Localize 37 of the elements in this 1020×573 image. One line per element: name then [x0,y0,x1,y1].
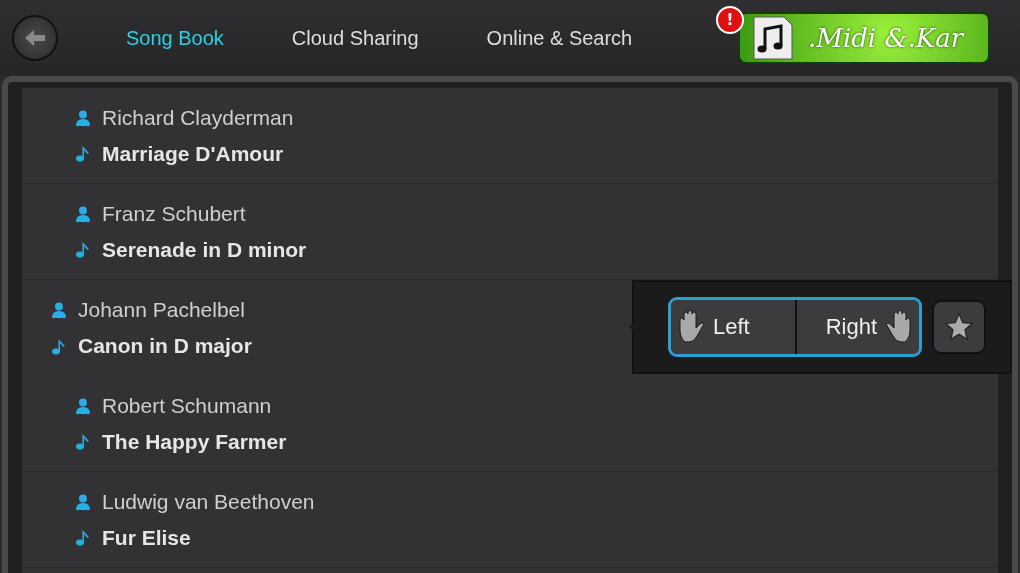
hand-icon [677,310,707,344]
music-note-icon [52,337,66,355]
tab[interactable]: Song Book [92,0,258,76]
back-button[interactable] [12,15,58,61]
artist-name: Franz Schubert [102,201,246,226]
music-note-icon [76,433,90,450]
back-arrow-icon [25,30,45,46]
song-row[interactable]: Robert Schumann The Happy Farmer [22,376,998,472]
song-row[interactable]: Richard Clayderman Marriage D'Amour [22,88,998,184]
person-icon [76,397,90,414]
tab[interactable]: Cloud Sharing [257,0,453,76]
music-note-icon [76,529,90,546]
favorite-button[interactable] [932,300,986,354]
music-note-icon [76,145,90,162]
person-icon [52,302,66,318]
artist-name: Richard Clayderman [102,105,294,130]
song-title: The Happy Farmer [102,429,287,454]
artist-name: Ludwig van Beethoven [102,489,315,514]
person-icon [76,493,90,510]
person-icon [76,205,90,222]
song-title: Fur Elise [102,525,191,550]
music-file-icon [750,15,796,61]
song-title: Canon in D major [78,334,252,358]
right-hand-button[interactable]: Right [795,300,919,354]
hand-icon [883,310,913,344]
artist-name: Robert Schumann [102,393,272,418]
music-note-icon [76,241,90,258]
song-row[interactable]: Ludwig van Beethoven Fur Elise [22,472,998,568]
song-title: Serenade in D minor [102,237,307,262]
tab[interactable]: Online & Search [452,0,667,76]
artist-name: Johann Pachelbel [78,298,245,322]
song-title: Marriage D'Amour [102,141,284,166]
alert-badge: ! [716,6,744,34]
person-icon [76,109,90,126]
logo-text: .Midi &.Kar [808,23,964,53]
song-row[interactable]: Johann Pachelbel Canon in D major Left Right [22,280,998,376]
star-icon [944,312,974,342]
